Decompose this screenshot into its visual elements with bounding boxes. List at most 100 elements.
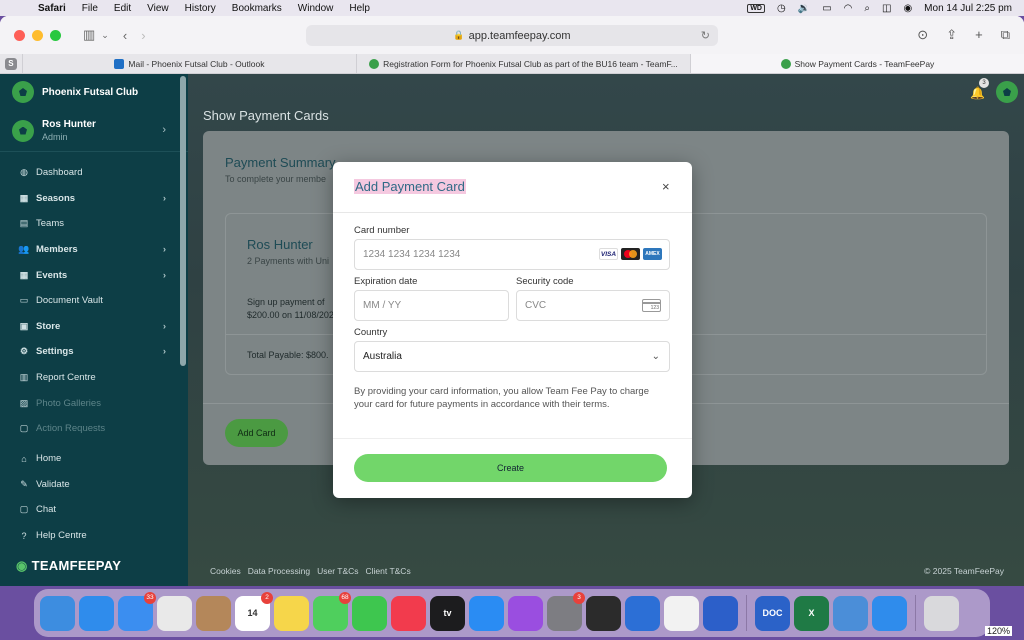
menu-window[interactable]: Window <box>290 3 342 14</box>
cvc-digits: 123 <box>650 305 659 311</box>
image-capture-icon[interactable] <box>703 595 738 631</box>
tab-group-button[interactable]: S <box>0 54 22 73</box>
forward-icon[interactable]: › <box>141 28 145 43</box>
sidebar-item-help-centre[interactable]: ? Help Centre <box>0 523 188 549</box>
sidebar-item-label: Action Requests <box>36 423 106 435</box>
volume-icon[interactable]: 🔉 <box>798 3 810 14</box>
excel-icon[interactable]: X <box>794 595 829 631</box>
facetime-icon[interactable] <box>352 595 387 631</box>
sidebar-item-photo-galleries[interactable]: ▨ Photo Galleries <box>0 390 188 416</box>
back-icon[interactable]: ‹ <box>123 28 127 43</box>
sidebar-item-home[interactable]: ⌂ Home <box>0 446 188 472</box>
close-window-button[interactable] <box>14 29 25 41</box>
share-icon[interactable]: ⇪ <box>946 27 957 43</box>
tab-label: Mail - Phoenix Futsal Club - Outlook <box>128 58 265 69</box>
safari-icon[interactable] <box>79 595 114 631</box>
sidebar-toggle-icon[interactable]: ▥ <box>83 27 95 43</box>
podcasts-icon[interactable] <box>508 595 543 631</box>
search-icon[interactable]: ⌕ <box>864 3 870 14</box>
menu-safari[interactable]: Safari <box>30 3 74 14</box>
contacts-icon[interactable] <box>196 595 231 631</box>
network-icon[interactable] <box>833 595 868 631</box>
preview-icon[interactable] <box>625 595 660 631</box>
security-code-input[interactable]: CVC 123 <box>516 290 670 321</box>
sidebar-item-report-centre[interactable]: ▥ Report Centre <box>0 365 188 391</box>
wifi-icon[interactable]: ◠ <box>844 3 853 14</box>
close-icon[interactable]: × <box>662 179 670 194</box>
card-number-input[interactable]: 1234 1234 1234 1234 VISA AMEX <box>354 239 670 270</box>
minimize-window-button[interactable] <box>32 29 43 41</box>
sidebar-item-label: Store <box>36 320 61 332</box>
appstore-icon[interactable] <box>469 595 504 631</box>
footer-link-data-processing[interactable]: Data Processing <box>248 566 310 576</box>
menu-view[interactable]: View <box>139 3 177 14</box>
user-profile[interactable]: Ros Hunter Admin › <box>0 110 188 152</box>
sidebar-item-store[interactable]: ▣ Store › <box>0 314 188 340</box>
menu-bookmarks[interactable]: Bookmarks <box>224 3 290 14</box>
sidebar-item-action-requests[interactable]: ▢ Action Requests <box>0 416 188 442</box>
amex-icon: AMEX <box>643 248 662 260</box>
menu-edit[interactable]: Edit <box>106 3 139 14</box>
sidebar-item-dashboard[interactable]: ◍ Dashboard <box>0 160 188 186</box>
sidebar-item-settings[interactable]: ⚙ Settings › <box>0 339 188 365</box>
finder-icon[interactable] <box>40 595 75 631</box>
app-label: tv <box>443 608 452 618</box>
notes-icon[interactable] <box>274 595 309 631</box>
settings-icon[interactable]: 3 <box>547 591 585 631</box>
new-tab-icon[interactable]: + <box>975 27 983 43</box>
toolbar-actions: ⊙ ⇪ + ⧉ <box>917 27 1010 43</box>
user-name: Ros Hunter <box>42 119 96 130</box>
mail-icon[interactable]: 33 <box>118 591 156 631</box>
add-card-button[interactable]: Add Card <box>225 419 288 447</box>
user-role: Admin <box>42 132 68 142</box>
menu-help[interactable]: Help <box>341 3 378 14</box>
bell-icon[interactable]: 🔔 3 <box>970 78 989 100</box>
sidebar-item-document-vault[interactable]: ▭ Document Vault <box>0 288 188 314</box>
tab-registration[interactable]: Registration Form for Phoenix Futsal Clu… <box>355 54 690 73</box>
doc-icon[interactable]: DOC <box>755 595 790 631</box>
music-icon[interactable] <box>391 595 426 631</box>
siri-icon[interactable]: ◉ <box>903 3 912 14</box>
battery-icon[interactable]: ▭ <box>822 3 831 14</box>
activity-monitor-icon[interactable] <box>586 595 621 631</box>
expiry-input[interactable]: MM / YY <box>354 290 509 321</box>
reload-icon[interactable]: ↻ <box>701 29 710 42</box>
trash-icon[interactable] <box>924 595 959 631</box>
tab-payment-cards[interactable]: Show Payment Cards - TeamFeePay <box>689 54 1024 73</box>
chrome-icon[interactable] <box>157 595 192 631</box>
wd-drive-icon[interactable]: WD <box>747 3 765 13</box>
time-machine-icon[interactable]: ◷ <box>777 3 786 14</box>
sidebar-item-events[interactable]: ▦ Events › <box>0 262 188 288</box>
sidebar-scrollbar[interactable] <box>180 76 186 366</box>
sidebar-item-validate[interactable]: ✎ Validate <box>0 472 188 498</box>
footer-link-cookies[interactable]: Cookies <box>210 566 241 576</box>
photos-icon[interactable] <box>664 595 699 631</box>
chevron-right-icon: › <box>162 346 166 358</box>
sidebar-item-label: Report Centre <box>36 372 96 384</box>
menu-file[interactable]: File <box>74 3 106 14</box>
country-select[interactable]: Australia ⌄ <box>354 341 670 372</box>
safari-preview-icon[interactable] <box>872 595 907 631</box>
control-center-icon[interactable]: ◫ <box>882 3 891 14</box>
sidebar-item-members[interactable]: 👥 Members › <box>0 237 188 263</box>
download-icon[interactable]: ⊙ <box>917 27 928 43</box>
sidebar-item-teams[interactable]: ▤ Teams <box>0 211 188 237</box>
menu-history[interactable]: History <box>177 3 224 14</box>
footer-link-client-tcs[interactable]: Client T&Cs <box>366 566 411 576</box>
club-header[interactable]: Phoenix Futsal Club <box>0 74 188 110</box>
tv-icon[interactable]: tv <box>430 595 465 631</box>
tab-overview-icon[interactable]: ⧉ <box>1001 27 1010 43</box>
tab-outlook[interactable]: Mail - Phoenix Futsal Club - Outlook <box>21 54 356 73</box>
calendar-icon[interactable]: 14 2 <box>235 591 273 631</box>
create-button[interactable]: Create <box>354 454 667 482</box>
address-bar[interactable]: 🔒 app.teamfeepay.com ↻ <box>306 25 718 46</box>
messages-icon[interactable]: 68 <box>313 591 351 631</box>
chevron-down-icon[interactable]: ⌄ <box>101 30 109 41</box>
footer-link-user-tcs[interactable]: User T&Cs <box>317 566 358 576</box>
help-icon: ? <box>21 530 27 541</box>
profile-logo-icon[interactable] <box>996 81 1018 103</box>
sidebar-item-chat[interactable]: ▢ Chat <box>0 497 188 523</box>
clock[interactable]: Mon 14 Jul 2:25 pm <box>924 3 1012 14</box>
sidebar-item-seasons[interactable]: ▦ Seasons › <box>0 186 188 212</box>
zoom-window-button[interactable] <box>50 29 61 41</box>
